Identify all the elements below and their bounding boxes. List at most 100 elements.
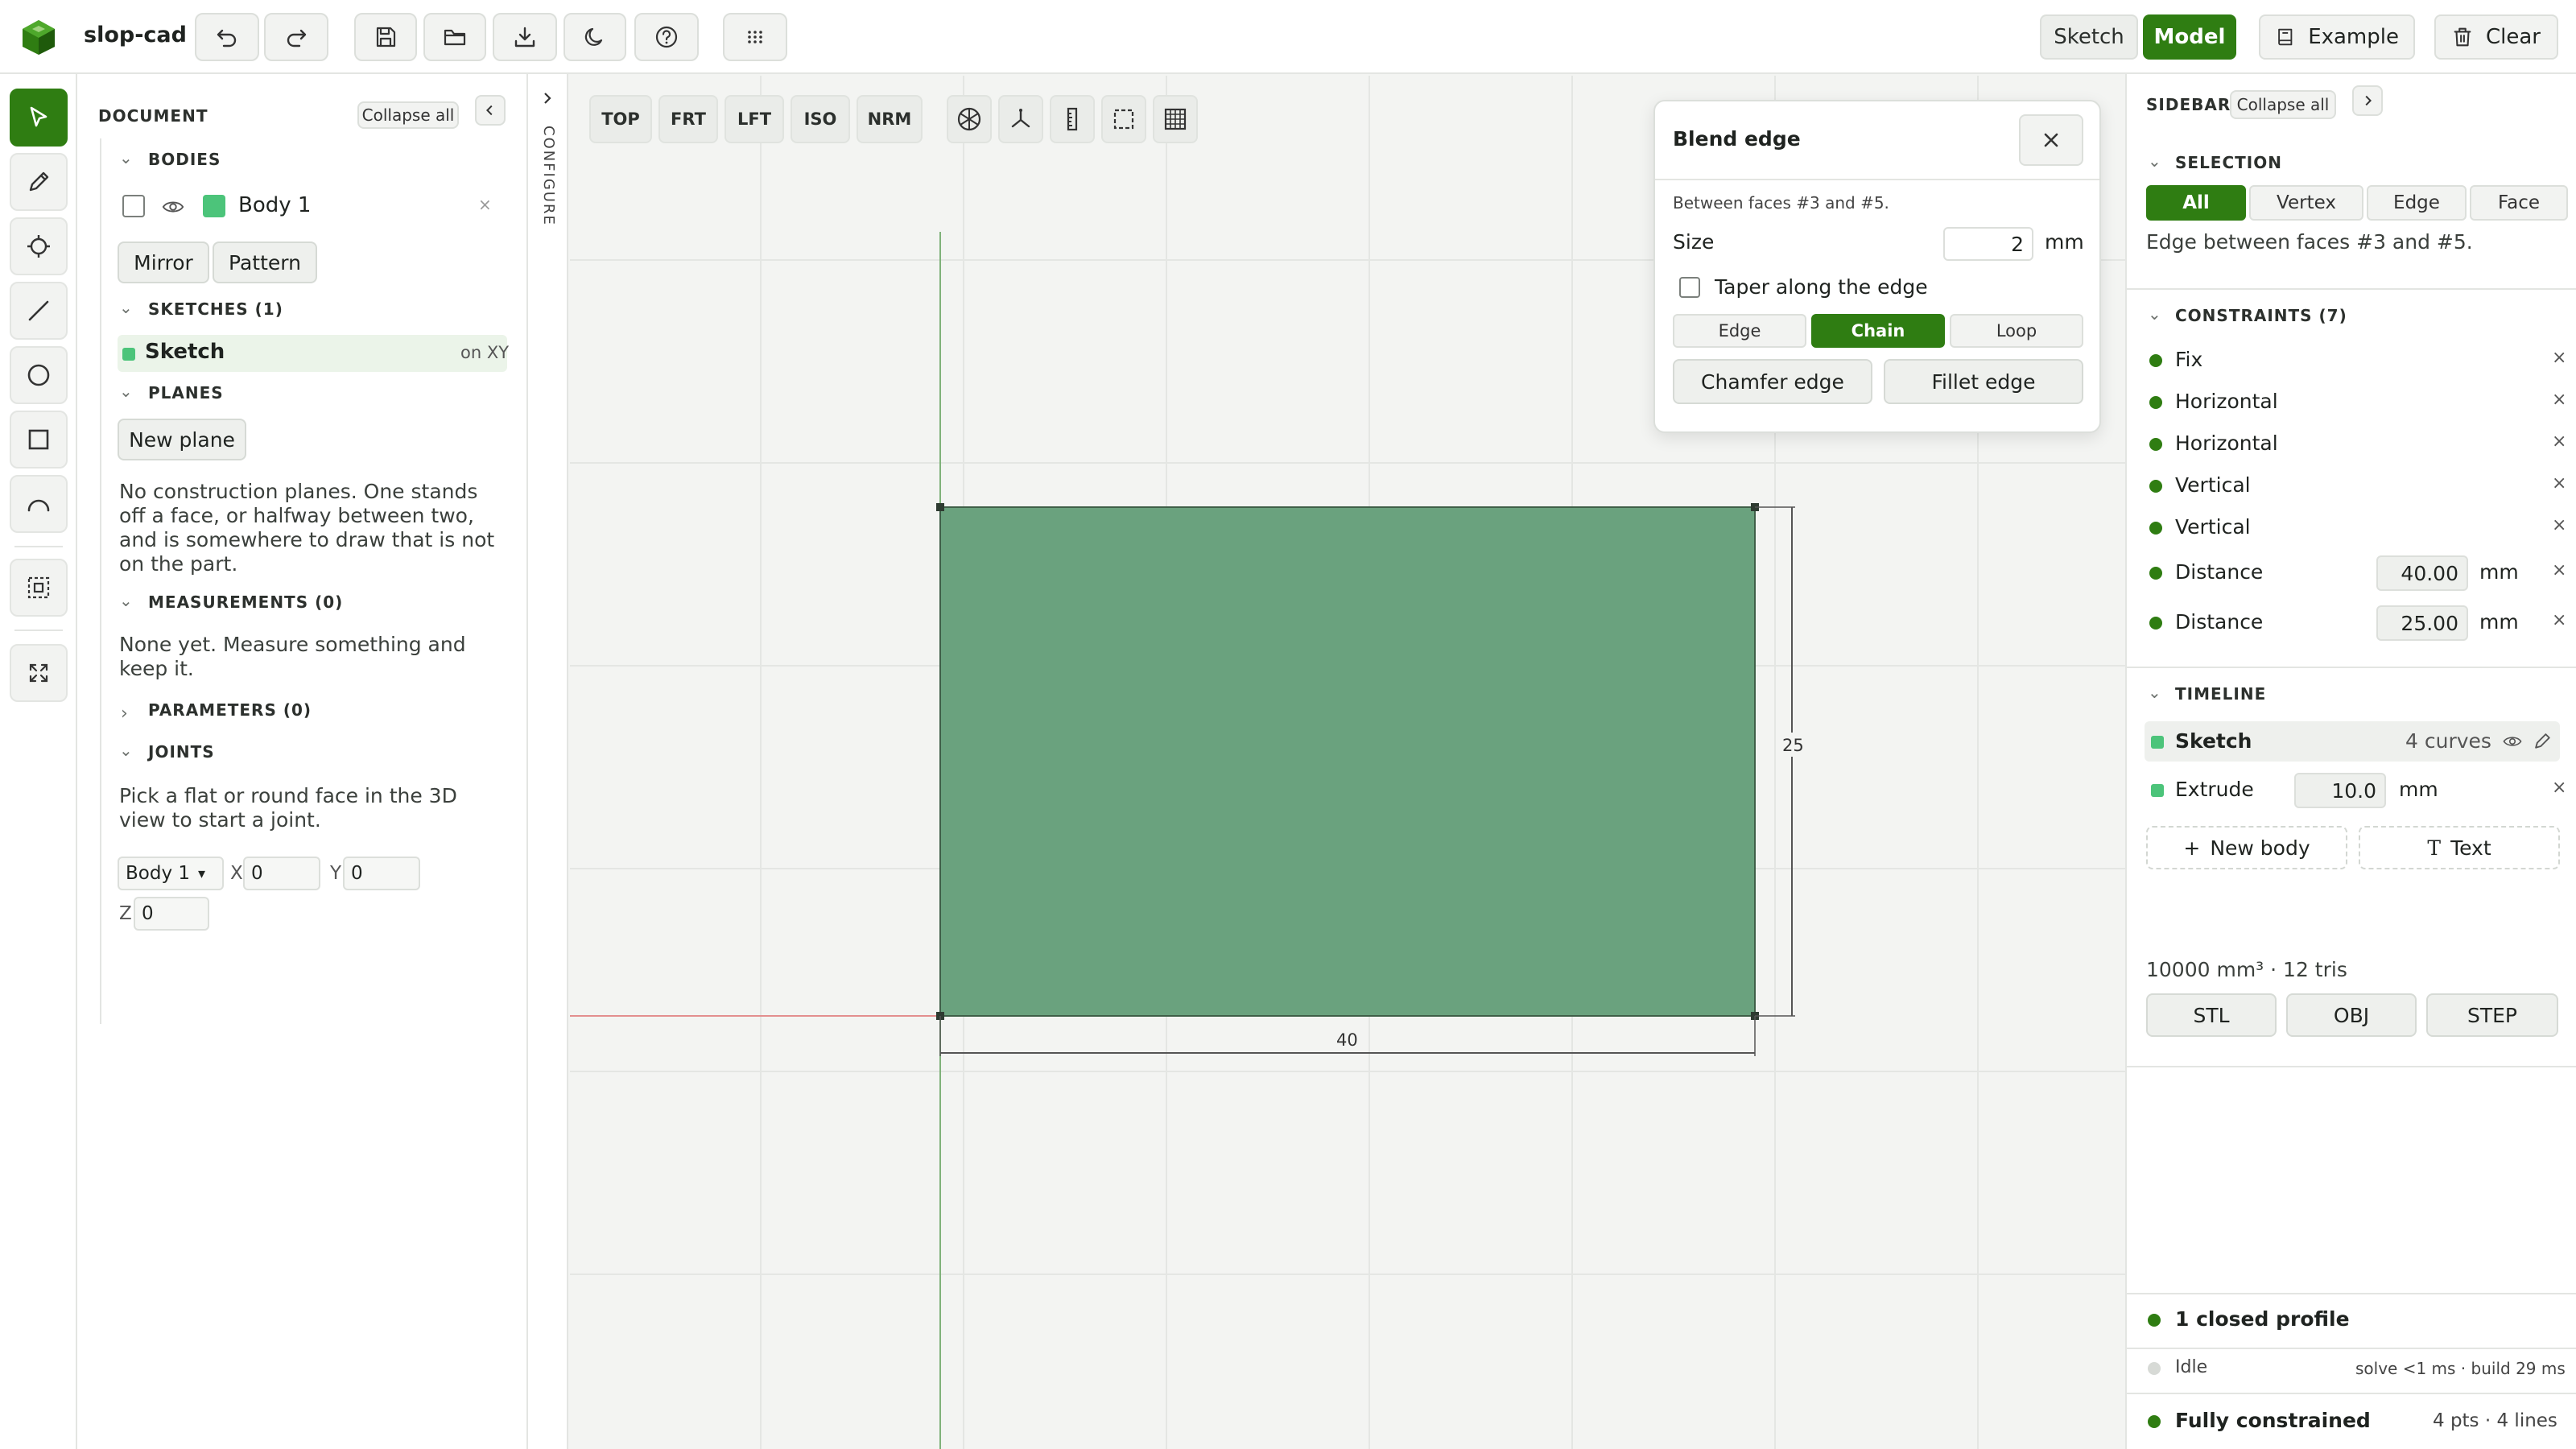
delete-feature-icon[interactable]: × xyxy=(2552,778,2566,798)
constraint-name[interactable]: Vertical xyxy=(2175,515,2251,539)
export-obj-button[interactable]: OBJ xyxy=(2286,993,2417,1037)
open-button[interactable] xyxy=(423,13,486,61)
joint-y-input[interactable]: 0 xyxy=(343,857,420,890)
eye-icon[interactable] xyxy=(161,195,185,219)
select-tool-button[interactable] xyxy=(10,89,68,147)
sketch-mode-button[interactable]: Sketch xyxy=(2040,14,2138,60)
new-plane-button[interactable]: New plane xyxy=(118,419,246,460)
delete-constraint-icon[interactable]: × xyxy=(2552,560,2566,580)
joint-x-input[interactable]: 0 xyxy=(243,857,320,890)
chevron-right-icon[interactable]: › xyxy=(121,704,128,724)
collapse-sidebar-button[interactable] xyxy=(2352,85,2383,116)
parameters-heading[interactable]: PARAMETERS (0) xyxy=(148,700,312,720)
sketch-name[interactable]: Sketch xyxy=(145,340,225,364)
filter-edge-button[interactable]: Edge xyxy=(2367,185,2467,221)
mode-chain-button[interactable]: Chain xyxy=(1811,314,1945,348)
fillet-edge-button[interactable]: Fillet edge xyxy=(1884,359,2083,404)
new-body-button[interactable]: + New body xyxy=(2146,826,2347,869)
extrude-depth-input[interactable]: 10.0 xyxy=(2294,773,2386,808)
delete-constraint-icon[interactable]: × xyxy=(2552,390,2566,410)
body-name[interactable]: Body 1 xyxy=(238,193,311,217)
taper-checkbox[interactable] xyxy=(1679,277,1700,298)
chevron-down-icon[interactable]: ⌄ xyxy=(119,298,133,317)
clear-button[interactable]: Clear xyxy=(2434,14,2558,60)
export-stl-button[interactable]: STL xyxy=(2146,993,2277,1037)
constraint-name[interactable]: Horizontal xyxy=(2175,390,2278,413)
close-dialog-button[interactable] xyxy=(2019,114,2083,166)
delete-body-icon[interactable]: × xyxy=(478,195,492,214)
pencil-icon[interactable] xyxy=(2531,729,2553,752)
body-checkbox[interactable] xyxy=(122,195,145,217)
delete-constraint-icon[interactable]: × xyxy=(2552,515,2566,535)
constraint-name[interactable]: Distance xyxy=(2175,610,2263,634)
help-button[interactable] xyxy=(634,13,699,61)
constraint-name[interactable]: Distance xyxy=(2175,560,2263,584)
arc-tool-button[interactable] xyxy=(10,475,68,533)
distance-value-input[interactable]: 25.00 xyxy=(2376,605,2468,641)
mirror-button[interactable]: Mirror xyxy=(118,242,209,283)
body-color-swatch[interactable] xyxy=(203,195,225,217)
constraint-name[interactable]: Vertical xyxy=(2175,473,2251,497)
chevron-down-icon[interactable]: ⌄ xyxy=(2148,304,2161,324)
filter-vertex-button[interactable]: Vertex xyxy=(2249,185,2363,221)
planes-heading[interactable]: PLANES xyxy=(148,383,224,402)
pattern-button[interactable]: Pattern xyxy=(213,242,317,283)
configure-strip[interactable]: CONFIGURE xyxy=(528,74,568,1449)
collapse-panel-button[interactable] xyxy=(475,95,506,126)
constraint-name[interactable]: Fix xyxy=(2175,348,2202,371)
constraints-heading[interactable]: CONSTRAINTS (7) xyxy=(2175,306,2347,325)
mode-edge-button[interactable]: Edge xyxy=(1673,314,1806,348)
joint-body-select[interactable]: Body 1 ▾ xyxy=(118,857,224,890)
chevron-right-icon[interactable] xyxy=(539,90,555,106)
constraint-name[interactable]: Horizontal xyxy=(2175,431,2278,455)
chamfer-edge-button[interactable]: Chamfer edge xyxy=(1673,359,1872,404)
delete-constraint-icon[interactable]: × xyxy=(2552,431,2566,452)
fit-view-button[interactable] xyxy=(10,644,68,702)
rectangle-tool-button[interactable] xyxy=(10,411,68,469)
pencil-tool-button[interactable] xyxy=(10,153,68,211)
example-button[interactable]: Example xyxy=(2259,14,2415,60)
chevron-down-icon[interactable]: ⌄ xyxy=(119,591,133,610)
chevron-down-icon[interactable]: ⌄ xyxy=(119,148,133,167)
line-tool-button[interactable] xyxy=(10,282,68,340)
save-button[interactable] xyxy=(354,13,417,61)
size-input[interactable]: 2 xyxy=(1943,227,2033,261)
width-dimension-label[interactable]: 40 xyxy=(1336,1030,1358,1050)
sidebar-collapse-all-button[interactable]: Collapse all xyxy=(2230,90,2336,119)
bodies-heading[interactable]: BODIES xyxy=(148,150,221,169)
delete-constraint-icon[interactable]: × xyxy=(2552,610,2566,630)
redo-button[interactable] xyxy=(264,13,328,61)
eye-icon[interactable] xyxy=(2502,731,2523,752)
chevron-down-icon[interactable]: ⌄ xyxy=(119,382,133,401)
distance-value-input[interactable]: 40.00 xyxy=(2376,555,2468,591)
collapse-all-button[interactable]: Collapse all xyxy=(357,101,459,129)
export-step-button[interactable]: STEP xyxy=(2426,993,2558,1037)
timeline-item-name[interactable]: Extrude xyxy=(2175,778,2254,801)
filter-face-button[interactable]: Face xyxy=(2470,185,2568,221)
configure-label[interactable]: CONFIGURE xyxy=(538,126,557,226)
undo-button[interactable] xyxy=(195,13,259,61)
timeline-heading[interactable]: TIMELINE xyxy=(2175,684,2266,704)
delete-constraint-icon[interactable]: × xyxy=(2552,473,2566,493)
timeline-item-name[interactable]: Sketch xyxy=(2175,729,2252,753)
delete-constraint-icon[interactable]: × xyxy=(2552,348,2566,368)
filter-all-button[interactable]: All xyxy=(2146,185,2246,221)
joint-z-input[interactable]: 0 xyxy=(134,897,209,931)
theme-toggle-button[interactable] xyxy=(564,13,626,61)
selection-heading[interactable]: SELECTION xyxy=(2175,153,2282,172)
region-select-tool-button[interactable] xyxy=(10,559,68,617)
measurements-heading[interactable]: MEASUREMENTS (0) xyxy=(148,592,343,612)
download-button[interactable] xyxy=(493,13,557,61)
chevron-down-icon[interactable]: ⌄ xyxy=(2148,151,2161,171)
height-dimension-label[interactable]: 25 xyxy=(1782,736,1804,755)
circle-tool-button[interactable] xyxy=(10,346,68,404)
chevron-down-icon[interactable]: ⌄ xyxy=(2148,683,2161,702)
model-mode-button[interactable]: Model xyxy=(2143,14,2236,60)
text-button[interactable]: T Text xyxy=(2359,826,2560,869)
apps-grid-button[interactable] xyxy=(723,13,787,61)
joints-heading[interactable]: JOINTS xyxy=(148,742,215,762)
taper-label[interactable]: Taper along the edge xyxy=(1715,275,1928,299)
point-tool-button[interactable] xyxy=(10,217,68,275)
sketches-heading[interactable]: SKETCHES (1) xyxy=(148,299,283,319)
chevron-down-icon[interactable]: ⌄ xyxy=(119,741,133,760)
